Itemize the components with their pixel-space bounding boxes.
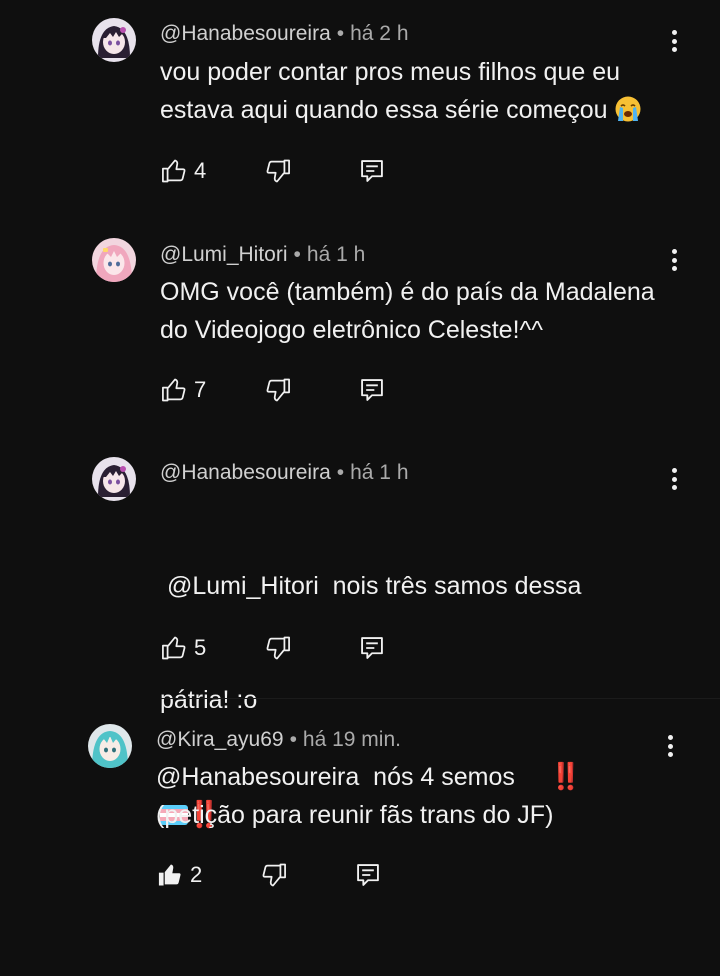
meta-separator: • (336, 22, 345, 45)
more-vert-icon[interactable] (660, 731, 680, 761)
thumbs-down-icon (266, 159, 290, 183)
reply-icon (361, 160, 383, 182)
like-button[interactable]: 5 (160, 632, 206, 664)
avatar-lumi-hitori[interactable] (92, 238, 136, 282)
comment-line-text: estava aqui quando essa série começou (160, 96, 608, 124)
comment-time[interactable]: há 1 h (307, 243, 365, 266)
anime-avatar-icon (92, 18, 136, 62)
thumbs-up-icon (162, 378, 186, 402)
comment-time[interactable]: há 2 h (350, 22, 408, 45)
comment-meta: @Kira_ayu69 • há 19 min. (156, 728, 401, 752)
comment-actions: 4 (160, 155, 400, 187)
dislike-button[interactable] (264, 632, 292, 664)
comment-line-text: @Hanabesoureira nós 4 semos (156, 763, 515, 791)
comment-actions: 5 (160, 632, 400, 664)
like-count: 4 (194, 158, 207, 183)
comment-line: @Hanabesoureira nós 4 semos ‼️ (156, 757, 582, 796)
divider (160, 698, 720, 699)
more-vert-icon[interactable] (664, 464, 684, 494)
comment-meta: @Lumi_Hitori • há 1 h (160, 243, 365, 267)
more-vert-icon[interactable] (664, 26, 684, 56)
comment-line: OMG você (também) é do país da Madalena (160, 278, 655, 306)
comment-line: vou poder contar pros meus filhos que eu (160, 58, 620, 86)
comment-author[interactable]: @Hanabesoureira (160, 461, 331, 484)
thumbs-down-icon (262, 863, 286, 887)
comment-text: OMG você (também) é do país da Madalena … (160, 273, 655, 349)
comment-text: @Hanabesoureira nós 4 semos ‼️ (petição … (156, 757, 582, 834)
comment-author[interactable]: @Kira_ayu69 (156, 728, 284, 751)
anime-avatar-icon (92, 457, 136, 501)
avatar-hanabesoureira[interactable] (92, 18, 136, 62)
meta-separator: • (336, 461, 345, 484)
comment-time[interactable]: há 1 h (350, 461, 408, 484)
loudly-crying-face-icon (614, 95, 642, 123)
like-count: 7 (194, 377, 207, 402)
reply-button[interactable] (358, 155, 386, 187)
comment-line: @Lumi_Hitori nois três samos dessa (160, 572, 582, 600)
reply-button[interactable] (358, 374, 386, 406)
thumbs-down-icon (266, 378, 290, 402)
like-button[interactable]: 7 (160, 374, 206, 406)
meta-separator: • (289, 728, 297, 751)
dislike-button[interactable] (264, 374, 292, 406)
like-count: 2 (190, 862, 203, 887)
reply-icon (361, 637, 383, 659)
dislike-button[interactable] (264, 155, 292, 187)
comment-line: estava aqui quando essa série começou (160, 91, 642, 129)
comment-text: vou poder contar pros meus filhos que eu… (160, 53, 642, 129)
like-button[interactable]: 4 (160, 155, 206, 187)
comment-meta: @Hanabesoureira • há 2 h (160, 22, 409, 46)
comment-text: @Lumi_Hitori nois três samos dessa pátri… (160, 491, 581, 910)
comment-time[interactable]: há 19 min. (303, 728, 401, 751)
like-count: 5 (194, 635, 207, 660)
dislike-button[interactable] (260, 859, 288, 891)
thumbs-up-filled-icon (158, 864, 181, 886)
avatar-hanabesoureira[interactable] (92, 457, 136, 501)
double-exclamation-icon: ‼️ (549, 761, 582, 791)
reply-button[interactable] (354, 859, 382, 891)
avatar-kira-ayu69[interactable] (88, 724, 132, 768)
anime-avatar-icon (92, 238, 136, 282)
transgender-flag-icon (522, 767, 550, 787)
comment-line: pátria! :o (160, 686, 258, 714)
reply-icon (361, 379, 383, 401)
comment-actions: 7 (160, 374, 400, 406)
thumbs-up-icon (162, 636, 186, 660)
comment-actions: 2 (156, 859, 396, 891)
more-vert-icon[interactable] (664, 245, 684, 275)
comment-line: (petição para reunir fãs trans do JF) (156, 801, 554, 829)
comment-author[interactable]: @Lumi_Hitori (160, 243, 288, 266)
comment-author[interactable]: @Hanabesoureira (160, 22, 331, 45)
thumbs-down-icon (266, 636, 290, 660)
comment-line: do Videojogo eletrônico Celeste!^^ (160, 316, 543, 344)
meta-separator: • (293, 243, 301, 266)
like-button-active[interactable]: 2 (156, 859, 202, 891)
anime-avatar-icon (88, 724, 132, 768)
comment-meta: @Hanabesoureira • há 1 h (160, 461, 409, 485)
reply-icon (357, 864, 379, 886)
reply-button[interactable] (358, 632, 386, 664)
thumbs-up-icon (162, 159, 186, 183)
